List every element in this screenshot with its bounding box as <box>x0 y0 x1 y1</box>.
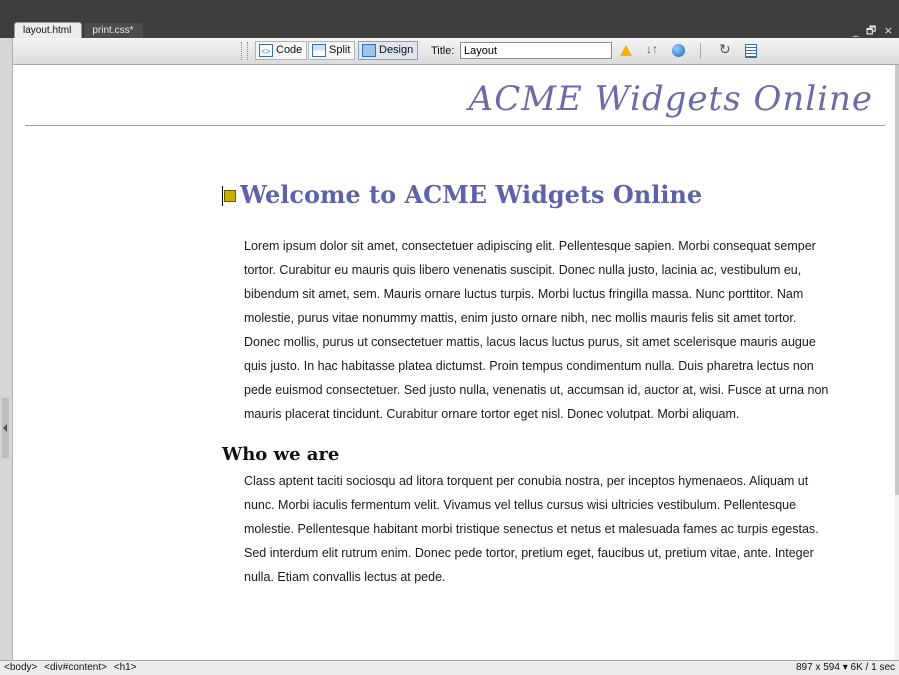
status-bar: <body> <div#content> <h1> 897 x 594 ▾ 6K… <box>0 660 899 675</box>
section-heading[interactable]: Who we are <box>222 444 832 465</box>
tab-print-css[interactable]: print.css* <box>84 23 144 38</box>
minimize-icon[interactable]: _ <box>853 24 861 37</box>
design-view[interactable]: ACME Widgets Online Welcome to ACME Widg… <box>13 65 896 660</box>
heading-row: Welcome to ACME Widgets Online <box>222 160 832 209</box>
document-toolbar: Code Split Design Title: <box>12 38 899 65</box>
code-view-button[interactable]: Code <box>255 41 308 61</box>
collapse-panel-icon[interactable] <box>2 398 9 458</box>
site-title: ACME Widgets Online <box>468 79 873 119</box>
page-heading[interactable]: Welcome to ACME Widgets Online <box>240 180 702 209</box>
about-paragraph[interactable]: Class aptent taciti sociosqu ad litora t… <box>244 469 832 589</box>
chevron-down-icon[interactable]: ▾ <box>843 662 848 673</box>
split-view-icon <box>312 44 326 57</box>
tab-layout-html[interactable]: layout.html <box>14 22 83 38</box>
status-info: 897 x 594 ▾ 6K / 1 sec <box>796 661 895 674</box>
tag-body[interactable]: <body> <box>4 662 37 673</box>
view-options-icon[interactable] <box>742 43 760 59</box>
design-view-icon <box>362 44 376 57</box>
tag-div-content[interactable]: <div#content> <box>44 662 107 673</box>
browser-compatibility-icon[interactable] <box>617 43 635 59</box>
tag-selector: <body> <div#content> <h1> <box>4 661 141 674</box>
toolbar-grip[interactable] <box>241 42 248 60</box>
close-icon[interactable]: × <box>884 24 895 37</box>
tag-h1[interactable]: <h1> <box>114 662 137 673</box>
restore-icon[interactable]: 🗗 <box>866 24 878 37</box>
split-view-button[interactable]: Split <box>308 41 356 60</box>
anchor-marker-icon[interactable] <box>224 190 236 202</box>
window-size-selector[interactable]: 897 x 594 <box>796 662 840 673</box>
preview-globe-icon[interactable] <box>670 43 688 59</box>
download-size: 6K / 1 sec <box>850 662 895 673</box>
refresh-icon[interactable] <box>716 41 734 59</box>
tab-strip: layout.html print.css* <box>14 22 899 38</box>
text-caret <box>222 186 223 206</box>
title-input[interactable] <box>460 42 612 59</box>
site-header: ACME Widgets Online <box>25 65 885 126</box>
vertical-scrollbar[interactable] <box>895 65 899 660</box>
file-management-icon[interactable] <box>645 42 663 59</box>
panel-gutter <box>0 38 13 660</box>
intro-paragraph[interactable]: Lorem ipsum dolor sit amet, consectetuer… <box>244 234 832 426</box>
document-tab-bar: layout.html print.css* _ 🗗 × <box>0 0 899 38</box>
split-view-label: Split <box>329 44 351 56</box>
code-view-label: Code <box>276 44 303 56</box>
content-div[interactable]: Welcome to ACME Widgets Online Lorem ips… <box>222 160 832 589</box>
design-view-button[interactable]: Design <box>358 41 419 60</box>
scrollbar-thumb[interactable] <box>895 65 899 495</box>
design-view-label: Design <box>379 44 414 56</box>
toolbar-divider <box>700 43 701 59</box>
title-label: Title: <box>431 45 455 57</box>
code-view-icon <box>259 42 273 61</box>
